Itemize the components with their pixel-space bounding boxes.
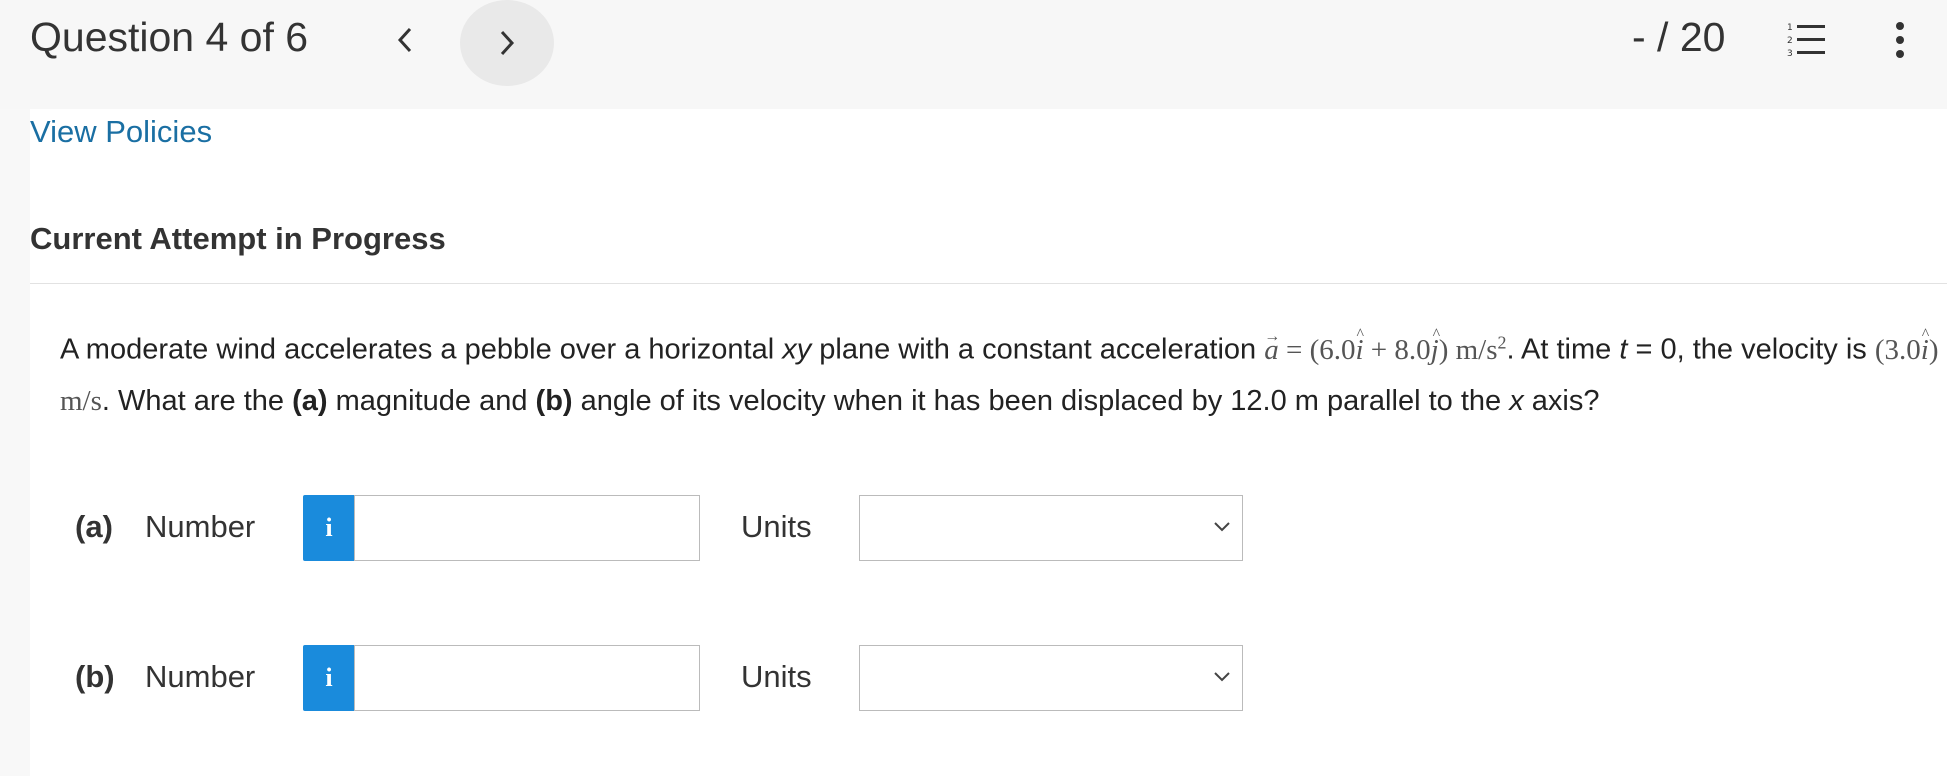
math-text: (3.0 xyxy=(1874,333,1921,366)
chevron-left-icon xyxy=(397,27,412,53)
chevron-down-icon xyxy=(1214,672,1230,682)
i-unit-vector: i ^ xyxy=(1355,325,1364,376)
chevron-right-icon xyxy=(500,30,515,56)
number-label: Number xyxy=(145,509,256,544)
units-label: Units xyxy=(741,659,812,694)
plane-variable: xy xyxy=(782,333,812,366)
answer-part-label: (b) xyxy=(75,659,115,694)
divider xyxy=(30,283,1947,284)
acceleration-vector: a → xyxy=(1264,325,1280,376)
vector-arrow-icon: → xyxy=(1264,327,1281,345)
acceleration-expression: a → = (6.0i ^ + 8.0j ^) m/s2 xyxy=(1264,326,1507,366)
answer-part-label: (a) xyxy=(75,509,113,544)
more-vertical-icon xyxy=(1896,22,1904,58)
units-dropdown-b[interactable] xyxy=(859,645,1243,711)
math-text: = (6.0 xyxy=(1278,333,1356,366)
question-text-segment: = 0, the velocity is xyxy=(1627,333,1875,366)
info-button[interactable]: i xyxy=(303,495,355,561)
question-text-segment: . What are the xyxy=(101,384,293,417)
question-text-segment: plane with a constant acceleration xyxy=(811,333,1265,366)
info-icon: i xyxy=(325,513,333,542)
math-text: + 8.0 xyxy=(1363,333,1431,366)
question-title: Question 4 of 6 xyxy=(30,14,309,60)
info-button[interactable]: i xyxy=(303,645,355,711)
more-options-button[interactable] xyxy=(1880,18,1920,62)
math-text: ) m/s xyxy=(1438,333,1498,366)
svg-text:3: 3 xyxy=(1787,49,1793,59)
number-input-b[interactable] xyxy=(354,645,700,711)
question-text-segment: axis? xyxy=(1523,384,1600,417)
j-unit-vector: j ^ xyxy=(1431,325,1441,376)
hat-icon: ^ xyxy=(1432,325,1441,343)
question-content: View Policies Current Attempt in Progres… xyxy=(30,109,1947,776)
part-a-label: (a) xyxy=(292,384,328,417)
svg-text:1: 1 xyxy=(1787,23,1793,33)
hat-icon: ^ xyxy=(1921,325,1930,343)
numbered-list-icon: 1 2 3 xyxy=(1787,23,1825,59)
previous-question-button[interactable] xyxy=(380,18,430,62)
question-header: Question 4 of 6 - / 20 1 2 3 xyxy=(0,0,1947,109)
info-icon: i xyxy=(325,663,333,692)
number-input-a[interactable] xyxy=(354,495,700,561)
question-text-segment: angle of its velocity when it has been d… xyxy=(572,384,1510,417)
question-text-segment: A moderate wind accelerates a pebble ove… xyxy=(60,333,783,366)
question-list-button[interactable]: 1 2 3 xyxy=(1782,18,1832,62)
chevron-down-icon xyxy=(1214,522,1230,532)
question-text-segment: magnitude and xyxy=(327,384,536,417)
units-label: Units xyxy=(741,509,812,544)
number-label: Number xyxy=(145,659,256,694)
exponent: 2 xyxy=(1497,332,1507,352)
x-variable: x xyxy=(1509,384,1524,417)
attempt-heading: Current Attempt in Progress xyxy=(30,221,446,256)
svg-text:2: 2 xyxy=(1787,36,1793,46)
question-text-segment: . At time xyxy=(1506,333,1620,366)
part-b-label: (b) xyxy=(535,384,573,417)
score-display: - / 20 xyxy=(1632,14,1726,60)
units-dropdown-a[interactable] xyxy=(859,495,1243,561)
i-unit-vector: i ^ xyxy=(1921,325,1930,376)
next-question-button[interactable] xyxy=(460,0,554,86)
view-policies-link[interactable]: View Policies xyxy=(30,114,212,150)
hat-icon: ^ xyxy=(1356,325,1364,343)
question-text: A moderate wind accelerates a pebble ove… xyxy=(60,317,1940,427)
